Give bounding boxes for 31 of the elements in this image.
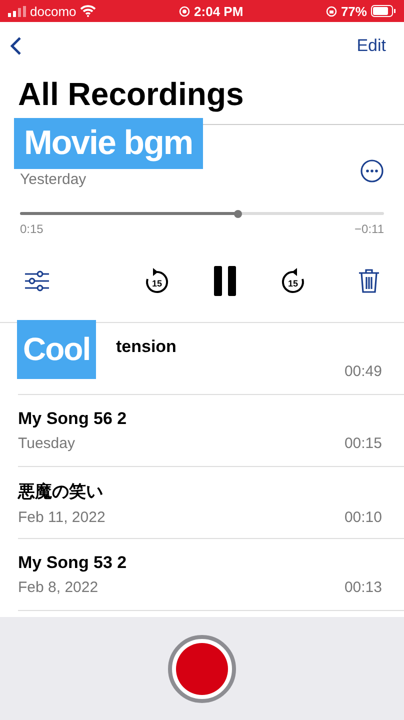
edit-button[interactable]: Edit [356,36,386,56]
location-icon [179,6,190,16]
status-time: 2:04 PM [194,4,244,18]
elapsed-time: 0:15 [20,222,44,236]
recording-name[interactable]: My Song 53 2 [18,553,382,573]
more-icon[interactable] [360,159,384,183]
playback-scrubber[interactable] [20,212,384,215]
recording-name[interactable]: tension [116,337,382,357]
recording-duration: 00:15 [344,435,382,452]
back-icon[interactable] [10,36,22,56]
recording-date: Yesterday [20,171,86,190]
recording-name[interactable]: My Song 56 2 [18,409,382,429]
recording-duration: 00:49 [344,363,382,380]
battery-icon [370,5,396,17]
recording-duration: 00:10 [344,508,382,526]
trash-icon[interactable] [358,268,380,294]
recording-date: Feb 11, 2022 [18,508,106,526]
caption-overlay: Movie bgm [14,118,203,170]
remaining-time: −0:11 [354,222,384,236]
signal-icon [8,6,26,16]
battery-percent: 77% [340,4,367,18]
rotation-lock-icon [326,6,337,16]
caption-overlay: Cool [17,320,96,379]
carrier-name: docomo [30,4,76,18]
wifi-icon [80,5,96,17]
recording-name[interactable]: 悪魔の笑い [18,480,382,502]
pause-icon[interactable] [214,266,236,296]
recording-date: Feb 8, 2022 [18,579,98,596]
sliders-icon[interactable] [24,270,50,292]
recording-date: Tuesday [18,435,75,452]
recording-duration: 00:13 [344,579,382,596]
